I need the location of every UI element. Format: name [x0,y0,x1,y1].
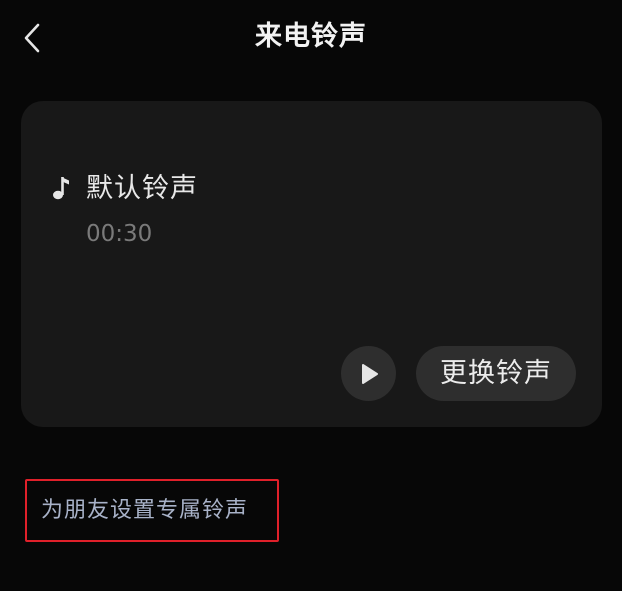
ringtone-card: 默认铃声 00:30 更换铃声 [21,101,602,427]
change-ringtone-button[interactable]: 更换铃声 [416,346,576,401]
header-bar: 来电铃声 [0,0,622,76]
play-button[interactable] [341,346,396,401]
ringtone-duration: 00:30 [86,221,153,247]
page-title: 来电铃声 [255,21,367,52]
music-note-icon [53,177,69,200]
ringtone-name: 默认铃声 [86,173,198,204]
play-icon [361,363,378,384]
set-friend-ringtone-link[interactable]: 为朋友设置专属铃声 [41,496,248,526]
